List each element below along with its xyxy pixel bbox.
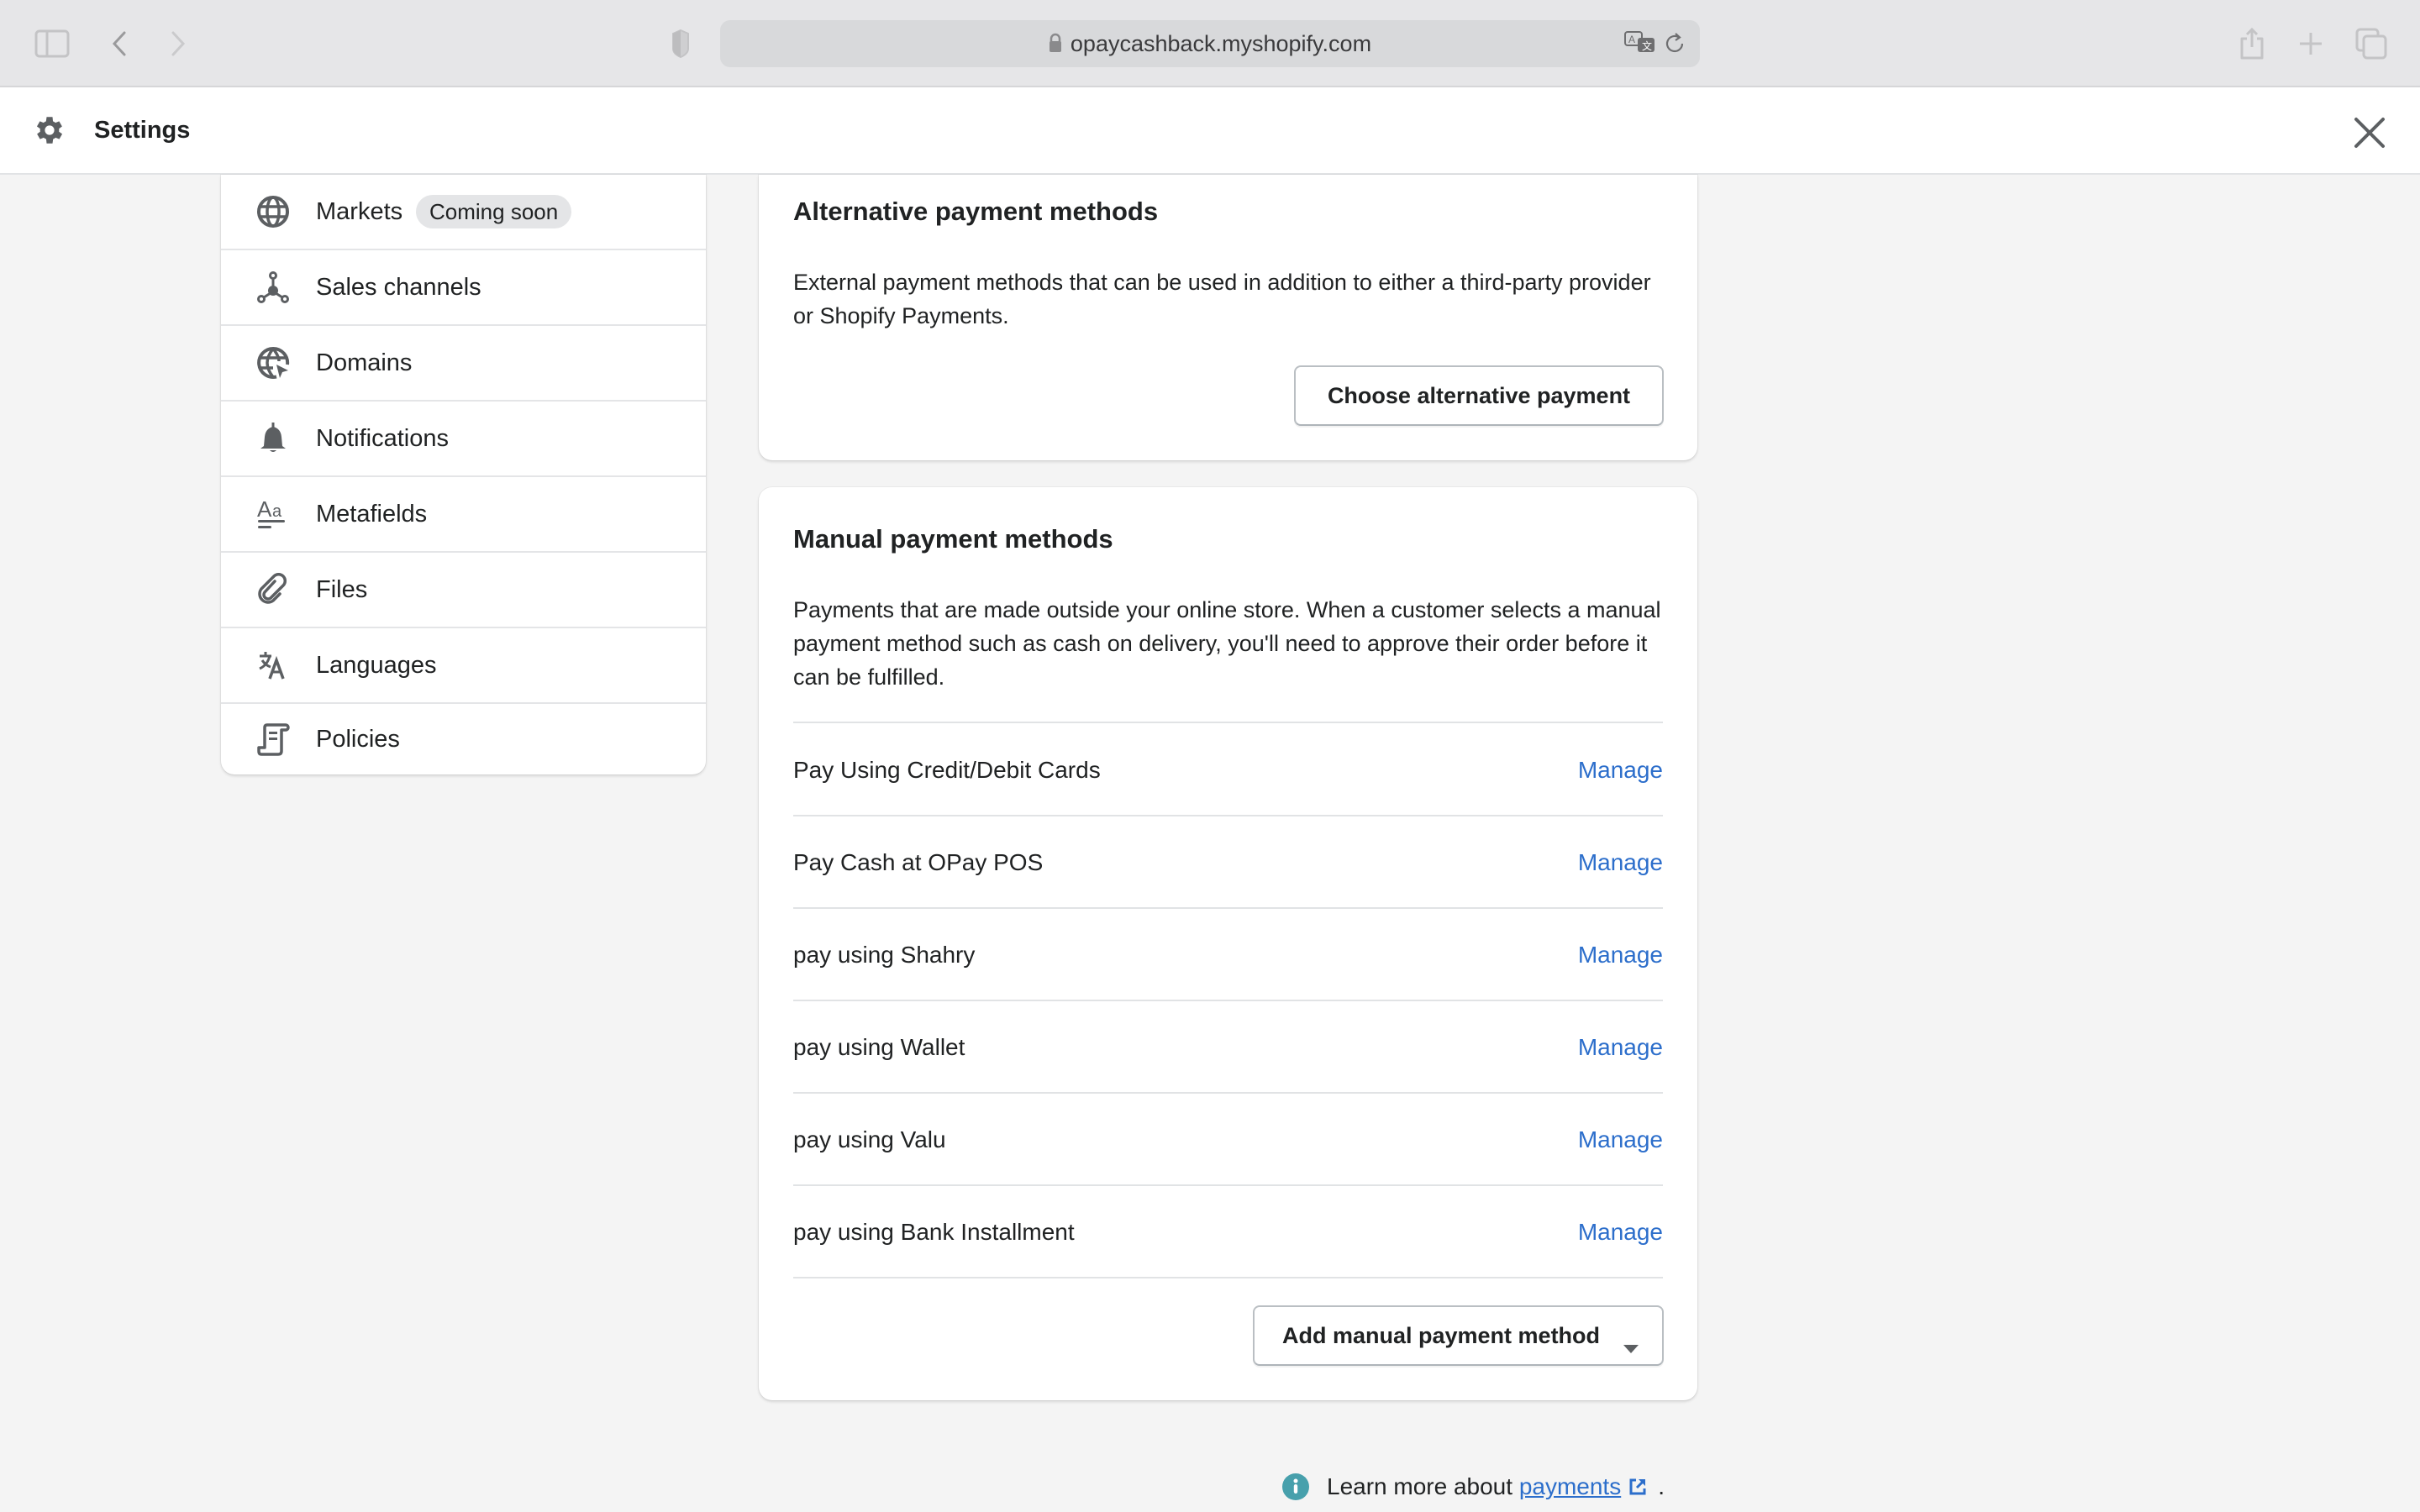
svg-text:A: A [1628,34,1635,45]
footer-help: Learn more about payments . [1281,1468,1665,1505]
settings-header: Settings [0,87,2420,175]
sidebar-item-sales-channels[interactable]: Sales channels [221,250,706,326]
manual-payment-card: Manual payment methods Payments that are… [759,487,1697,1400]
sidebar-item-label: Domains [316,349,413,376]
card-title: Alternative payment methods [793,197,1159,226]
back-icon[interactable] [101,25,138,62]
sidebar-item-label: Sales channels [316,273,481,301]
sidebar-item-label: Notifications [316,424,449,452]
card-title: Manual payment methods [793,524,1113,554]
new-tab-icon[interactable] [2292,25,2329,62]
domains-icon [255,344,292,381]
payment-method-row: Pay Using Credit/Debit Cards Manage [793,724,1663,816]
paperclip-icon [255,571,292,608]
divider [793,1277,1663,1278]
manage-link[interactable]: Manage [1578,816,1663,909]
caret-down-icon [1623,1333,1639,1359]
sidebar-toggle-icon[interactable] [34,25,71,62]
metafields-icon: Aa [255,496,292,533]
payment-method-name: Pay Cash at OPay POS [793,849,1044,875]
url-text: opaycashback.myshopify.com [1070,31,1372,56]
sidebar-item-label: Metafields [316,500,428,528]
manage-link[interactable]: Manage [1578,724,1663,816]
sidebar-item-policies[interactable]: Policies [221,704,706,774]
page-title: Settings [94,117,191,144]
divider [793,722,1663,723]
payments-link[interactable]: payments [1519,1473,1621,1500]
close-icon[interactable] [2349,113,2390,153]
manage-link[interactable]: Manage [1578,1094,1663,1186]
sidebar-item-label: Markets [316,197,403,225]
choose-alternative-payment-button[interactable]: Choose alternative payment [1294,365,1664,426]
payment-method-name: pay using Wallet [793,1034,965,1060]
policy-icon [255,721,292,758]
manage-link[interactable]: Manage [1578,909,1663,1001]
payment-method-row: pay using Bank Installment Manage [793,1186,1663,1278]
sales-channels-icon [255,269,292,306]
external-link-icon[interactable] [1628,1477,1648,1497]
card-description: Payments that are made outside your onli… [793,597,1661,690]
sidebar-item-languages[interactable]: Languages [221,628,706,704]
address-bar[interactable]: opaycashback.myshopify.com A文 [720,20,1700,67]
payment-method-row: pay using Shahry Manage [793,909,1663,1001]
manage-link[interactable]: Manage [1578,1001,1663,1094]
payment-method-row: pay using Wallet Manage [793,1001,1663,1094]
sidebar-item-markets[interactable]: Markets Coming soon [221,175,706,250]
button-label: Add manual payment method [1282,1322,1601,1348]
sidebar-item-label: Policies [316,725,400,753]
sidebar-item-notifications[interactable]: Notifications [221,402,706,477]
payment-method-row: Pay Cash at OPay POS Manage [793,816,1663,909]
payment-method-name: Pay Using Credit/Debit Cards [793,757,1101,783]
privacy-shield-icon[interactable] [662,25,699,62]
svg-text:文: 文 [1642,39,1652,52]
browser-toolbar: opaycashback.myshopify.com A文 [0,0,2420,87]
translate-icon[interactable]: A文 [1624,30,1656,60]
lock-icon [1049,22,1062,69]
share-icon[interactable] [2233,25,2270,62]
gear-icon [32,113,67,152]
payment-method-name: pay using Valu [793,1126,946,1152]
footer-text: Learn more about [1327,1473,1519,1499]
translate-icon [255,647,292,684]
coming-soon-badge: Coming soon [416,195,572,228]
svg-text:a: a [272,502,282,521]
sidebar-item-files[interactable]: Files [221,553,706,628]
svg-text:A: A [257,496,272,522]
sidebar-item-label: Files [316,575,368,603]
alternative-payment-card: Alternative payment methods External pay… [759,175,1697,460]
forward-icon[interactable] [160,25,197,62]
settings-sidebar: Markets Coming soon Sales channels Domai… [221,175,706,774]
card-description: External payment methods that can be use… [793,270,1651,328]
reload-icon[interactable] [1665,30,1686,61]
tab-overview-icon[interactable] [2353,25,2390,62]
payment-method-name: pay using Bank Installment [793,1219,1075,1245]
sidebar-item-metafields[interactable]: Aa Metafields [221,477,706,553]
add-manual-payment-method-button[interactable]: Add manual payment method [1253,1305,1664,1366]
footer-period: . [1658,1473,1665,1499]
payment-method-row: pay using Valu Manage [793,1094,1663,1186]
sidebar-item-domains[interactable]: Domains [221,326,706,402]
bell-icon [255,420,292,457]
info-icon [1281,1473,1310,1501]
globe-icon [255,193,292,230]
payment-method-name: pay using Shahry [793,942,976,968]
sidebar-item-label: Languages [316,651,437,679]
manage-link[interactable]: Manage [1578,1186,1663,1278]
